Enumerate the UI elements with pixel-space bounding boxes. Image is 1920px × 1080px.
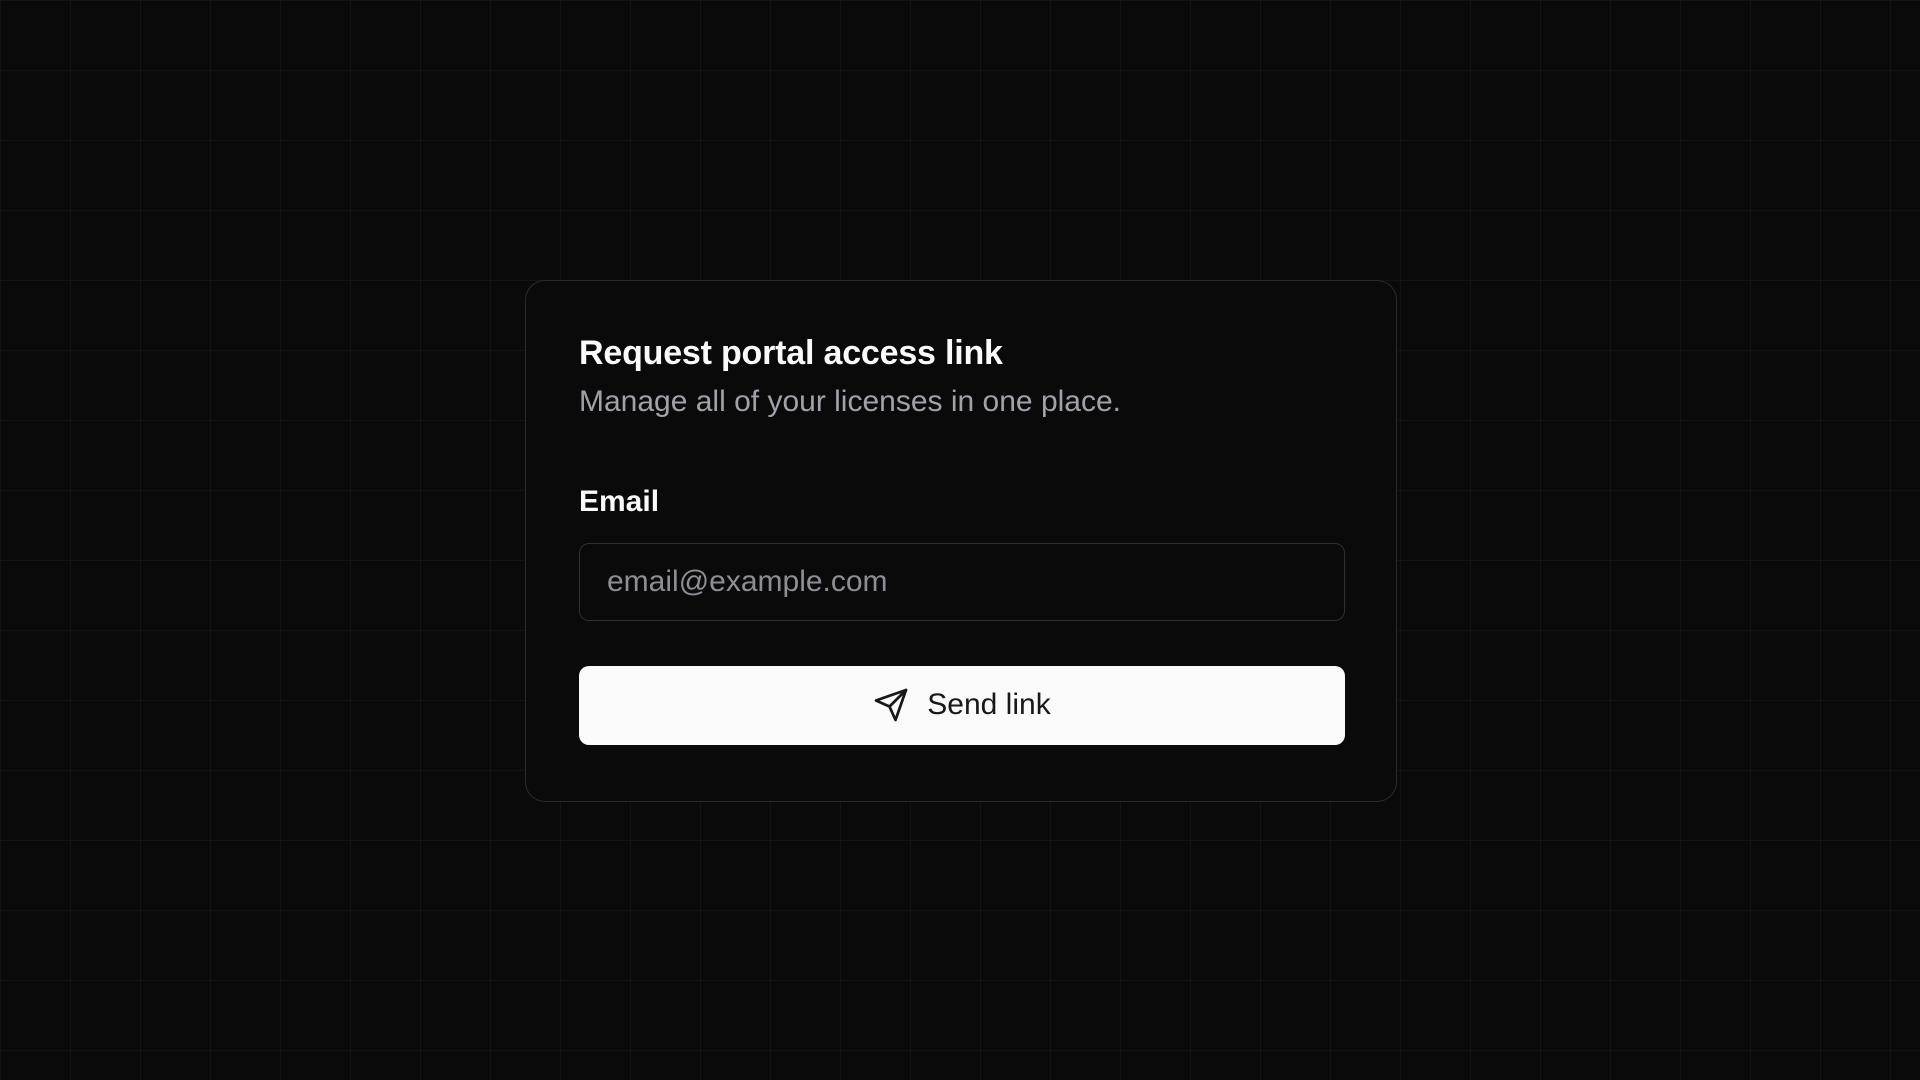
access-link-card: Request portal access link Manage all of… bbox=[525, 280, 1397, 802]
card-title: Request portal access link bbox=[579, 334, 1003, 372]
card-subtitle: Manage all of your licenses in one place… bbox=[579, 384, 1121, 418]
send-icon bbox=[873, 687, 909, 723]
send-link-label: Send link bbox=[927, 688, 1051, 722]
email-field[interactable] bbox=[579, 542, 1345, 621]
send-link-button[interactable]: Send link bbox=[579, 665, 1345, 745]
email-label: Email bbox=[579, 484, 660, 518]
